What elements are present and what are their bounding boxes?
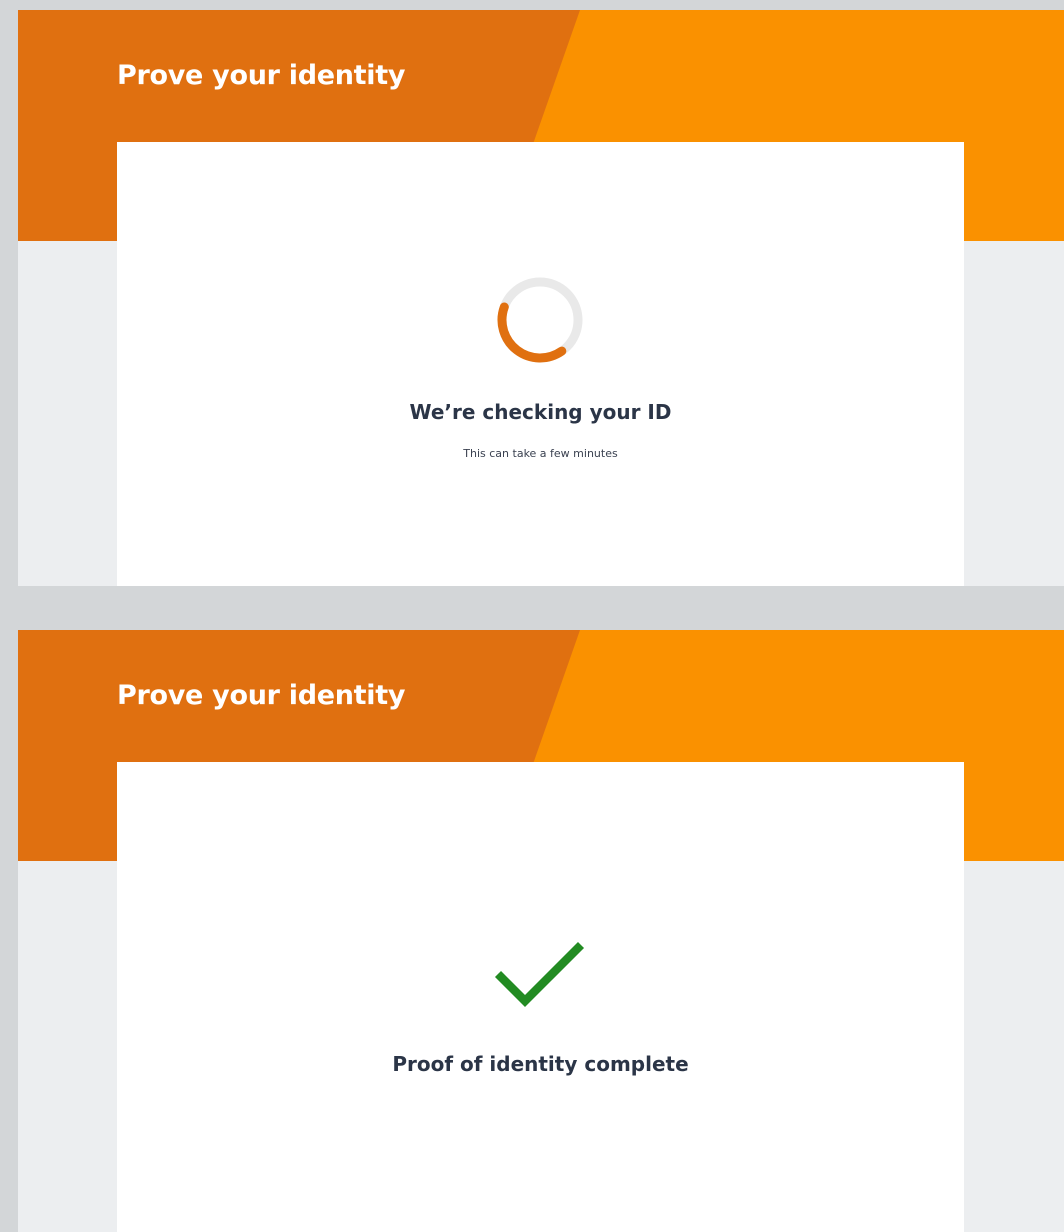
status-card: Proof of identity complete [117, 762, 964, 1232]
page-title: Prove your identity [117, 60, 406, 91]
checkmark-icon [491, 938, 591, 1014]
status-title: We’re checking your ID [409, 400, 672, 424]
status-card: We’re checking your ID This can take a f… [117, 142, 964, 586]
page-title: Prove your identity [117, 680, 406, 711]
identity-complete-screen: Prove your identity Proof of identity co… [18, 630, 1064, 1232]
loading-spinner-icon [494, 274, 586, 366]
status-title: Proof of identity complete [392, 1052, 689, 1076]
status-subtitle: This can take a few minutes [463, 447, 618, 460]
checking-id-screen: Prove your identity We’re checking your … [18, 10, 1064, 586]
